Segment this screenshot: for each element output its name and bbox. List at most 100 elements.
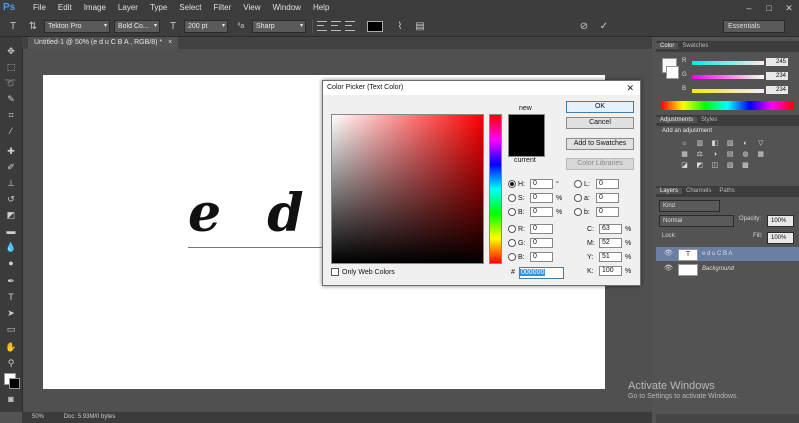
only-web-colors-checkbox[interactable]: Only Web Colors: [331, 268, 395, 277]
cancel-button[interactable]: Cancel: [566, 117, 634, 129]
brightness-icon[interactable]: ☼: [680, 140, 689, 148]
invert-icon[interactable]: ◪: [680, 162, 689, 170]
add-to-swatches-button[interactable]: Add to Swatches: [566, 138, 634, 150]
ok-button[interactable]: OK: [566, 101, 634, 113]
menu-view[interactable]: View: [237, 0, 266, 16]
cancel-edit-icon[interactable]: ⊘: [577, 21, 591, 32]
zoom-level[interactable]: 50%: [32, 414, 44, 420]
pen-tool-icon[interactable]: ✒: [3, 275, 19, 287]
tab-adjustments[interactable]: Adjustments: [656, 117, 698, 123]
text-orientation-icon[interactable]: ⇅: [26, 21, 40, 32]
brush-tool-icon[interactable]: ✐: [3, 161, 19, 173]
tab-styles[interactable]: Styles: [697, 117, 721, 123]
anti-alias-select[interactable]: Sharp ▾: [252, 19, 306, 33]
history-brush-tool-icon[interactable]: ↺: [3, 193, 19, 205]
red-radio[interactable]: [508, 225, 516, 233]
warp-text-icon[interactable]: ⌇: [393, 21, 407, 32]
clone-stamp-tool-icon[interactable]: ⊥: [3, 177, 19, 189]
close-icon[interactable]: ✕: [622, 81, 634, 95]
eye-icon[interactable]: 👁: [664, 247, 673, 261]
hue-radio[interactable]: [508, 180, 516, 188]
checkbox-icon[interactable]: [331, 268, 339, 277]
posterize-icon[interactable]: ◩: [695, 162, 704, 170]
font-family-select[interactable]: Tekton Pro ▾: [44, 19, 110, 33]
curves-icon[interactable]: ◧: [710, 140, 719, 148]
opacity-input[interactable]: 100%: [767, 215, 794, 227]
align-left-icon[interactable]: [317, 21, 327, 31]
tab-layers[interactable]: Layers: [656, 188, 683, 194]
tab-color[interactable]: Color: [656, 43, 679, 49]
blue-field[interactable]: B: 0: [508, 252, 553, 262]
yellow-field[interactable]: Y: 51%: [587, 252, 631, 262]
healing-brush-tool-icon[interactable]: ✚: [3, 145, 19, 157]
green-field[interactable]: G: 0: [508, 238, 553, 248]
hue-saturation-icon[interactable]: ▦: [680, 151, 689, 159]
background-color-swatch[interactable]: [9, 378, 20, 389]
red-slider[interactable]: R 245: [682, 58, 794, 68]
marquee-tool-icon[interactable]: ⬚: [3, 61, 19, 73]
green-value[interactable]: 234: [766, 72, 788, 80]
layer-row[interactable]: 👁 T e d u C B A: [656, 247, 799, 261]
channel-mixer-icon[interactable]: ◍: [741, 151, 750, 159]
move-tool-icon[interactable]: ✥: [3, 45, 19, 57]
menu-edit[interactable]: Edit: [52, 0, 78, 16]
color-field[interactable]: [331, 114, 484, 264]
crop-tool-icon[interactable]: ⌗: [3, 109, 19, 121]
threshold-icon[interactable]: ◫: [710, 162, 719, 170]
black-field[interactable]: K: 100%: [587, 266, 631, 276]
panel-background-swatch[interactable]: [666, 66, 679, 79]
hand-tool-icon[interactable]: ✋: [3, 341, 19, 353]
color-lookup-icon[interactable]: ▦: [756, 151, 765, 159]
vibrance-icon[interactable]: ◐: [741, 140, 750, 148]
levels-icon[interactable]: ▥: [695, 140, 704, 148]
magenta-field[interactable]: M: 52%: [587, 238, 631, 248]
lab-a-field[interactable]: a: 0: [574, 193, 619, 203]
eraser-tool-icon[interactable]: ◩: [3, 209, 19, 221]
blue-slider[interactable]: B 234: [682, 86, 794, 96]
lab-l-field[interactable]: L: 0: [574, 179, 619, 189]
color-spectrum[interactable]: [661, 101, 794, 110]
type-tool-icon[interactable]: T: [3, 291, 19, 303]
eyedropper-tool-icon[interactable]: ⁄: [3, 125, 19, 137]
quick-select-tool-icon[interactable]: ✎: [3, 93, 19, 105]
close-tab-icon[interactable]: ×: [168, 39, 172, 46]
saturation-radio[interactable]: [508, 194, 516, 202]
workspace-select[interactable]: Essentials: [723, 20, 785, 33]
maximize-button[interactable]: □: [759, 0, 779, 16]
path-selection-tool-icon[interactable]: ➤: [3, 307, 19, 319]
photo-filter-icon[interactable]: ▤: [726, 151, 735, 159]
lab-b-radio[interactable]: [574, 208, 582, 216]
character-panel-icon[interactable]: ▤: [413, 21, 427, 32]
lab-a-radio[interactable]: [574, 194, 582, 202]
tab-paths[interactable]: Paths: [715, 188, 738, 194]
document-tab[interactable]: Untitled-1 @ 50% (e d u C B A , RGB/8) *…: [28, 37, 179, 49]
text-color-swatch[interactable]: [367, 20, 383, 32]
red-field[interactable]: R: 0: [508, 224, 553, 234]
color-balance-icon[interactable]: ⚖: [695, 151, 704, 159]
saturation-field[interactable]: S: 0%: [508, 193, 562, 203]
lab-l-radio[interactable]: [574, 180, 582, 188]
tab-swatches[interactable]: Swatches: [678, 43, 712, 49]
lab-b-field[interactable]: b: 0: [574, 207, 619, 217]
quick-mask-icon[interactable]: ◙: [3, 393, 19, 405]
brightness-field[interactable]: B: 0%: [508, 207, 562, 217]
menu-file[interactable]: File: [27, 0, 52, 16]
selective-color-icon[interactable]: ▧: [726, 162, 735, 170]
blur-tool-icon[interactable]: 💧: [3, 241, 19, 253]
blue-value[interactable]: 234: [766, 86, 788, 94]
layer-kind-filter[interactable]: Kind: [659, 200, 720, 212]
font-style-select[interactable]: Bold Co... ▾: [114, 19, 160, 33]
align-right-icon[interactable]: [345, 21, 355, 31]
hue-field[interactable]: H: 0 °: [508, 179, 559, 189]
brightness-radio[interactable]: [508, 208, 516, 216]
commit-edit-icon[interactable]: ✓: [597, 21, 611, 32]
current-color-swatch[interactable]: [508, 136, 545, 157]
font-size-select[interactable]: 200 pt ▾: [184, 19, 228, 33]
hue-slider[interactable]: [489, 114, 502, 264]
menu-help[interactable]: Help: [307, 0, 335, 16]
tab-channels[interactable]: Channels: [682, 188, 715, 194]
hex-input[interactable]: 000000: [519, 267, 564, 279]
menu-select[interactable]: Select: [173, 0, 207, 16]
gradient-icon[interactable]: ▩: [741, 162, 750, 170]
eye-icon[interactable]: 👁: [664, 262, 673, 276]
